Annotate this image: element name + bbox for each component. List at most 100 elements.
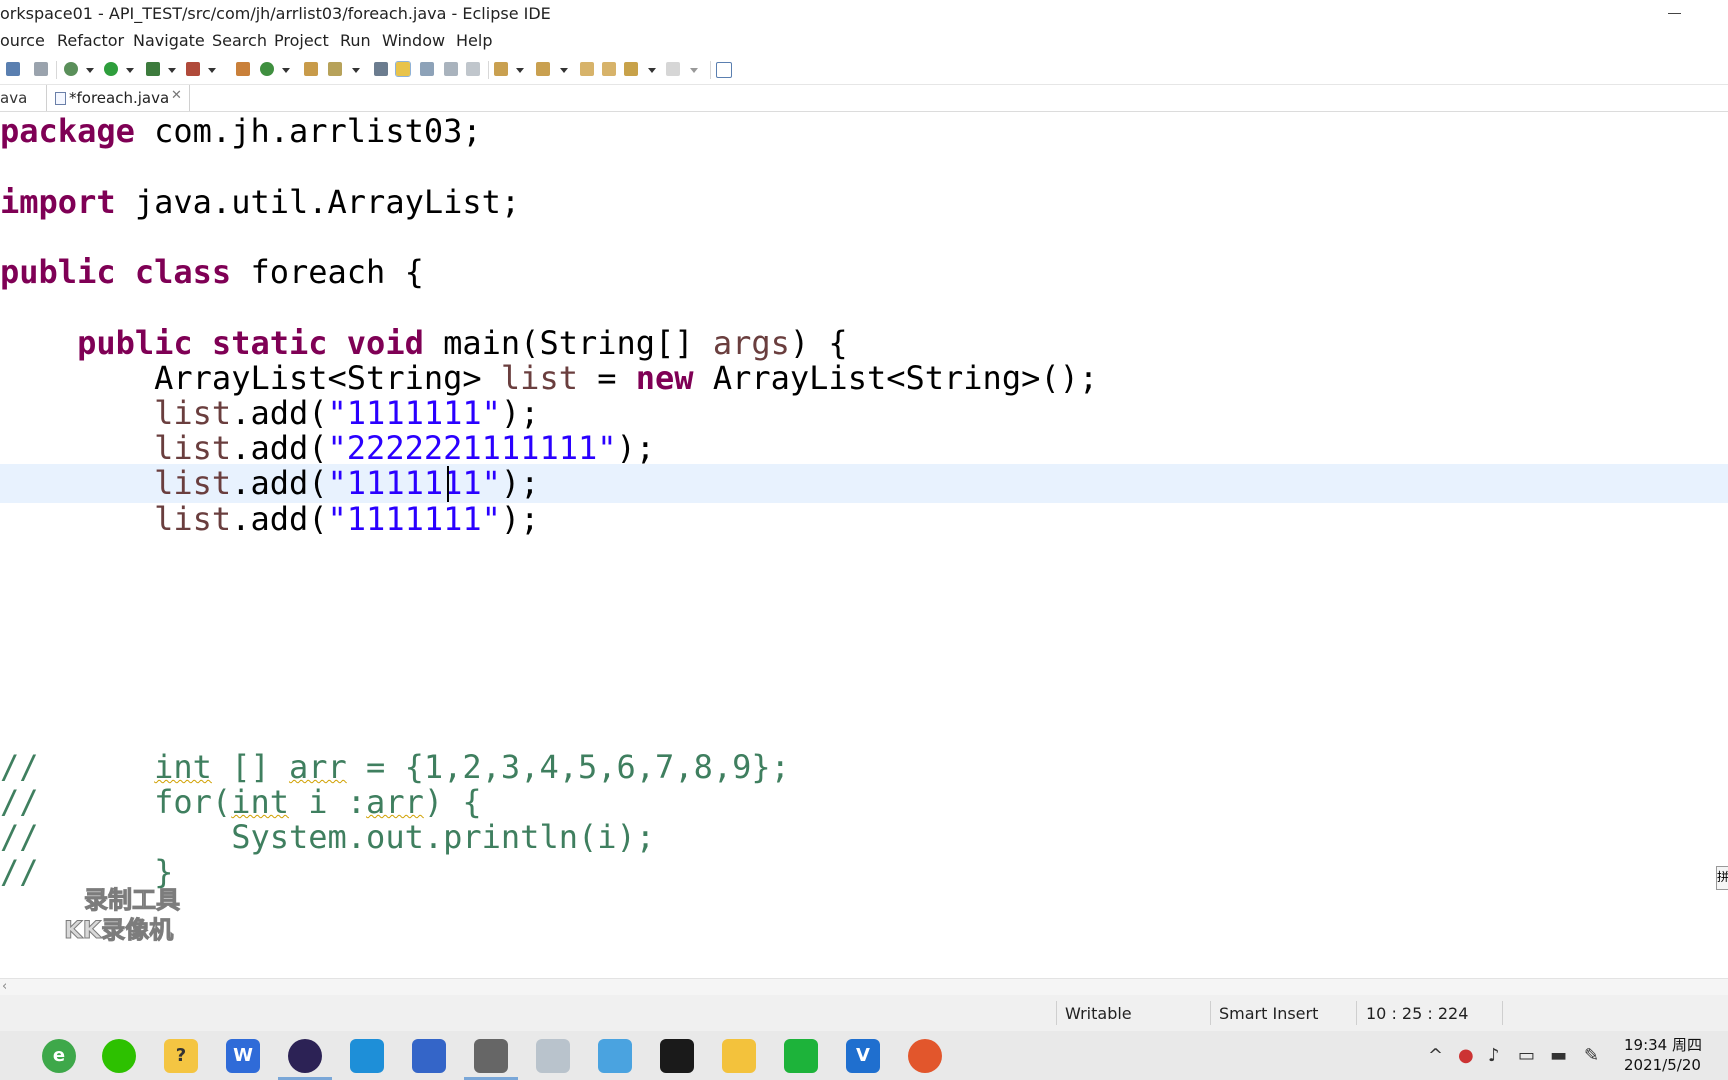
- back-icon[interactable]: [624, 62, 638, 76]
- notes-icon[interactable]: ?: [164, 1039, 198, 1073]
- code-line: list.add("1111111");: [154, 394, 540, 432]
- tray-expand-icon[interactable]: ^: [1428, 1045, 1443, 1066]
- code-editor[interactable]: package com.jh.arrlist03; import java.ut…: [0, 112, 1728, 980]
- tab-foreach-java[interactable]: *foreach.java ✕: [46, 85, 190, 111]
- title-bar: orkspace01 - API_TEST/src/com/jh/arrlist…: [0, 0, 1728, 28]
- editor-tab-bar: ava *foreach.java ✕: [0, 85, 1728, 112]
- window-title: orkspace01 - API_TEST/src/com/jh/arrlist…: [0, 4, 551, 23]
- code-line: list.add("1111111");: [154, 464, 540, 502]
- menu-navigate[interactable]: Navigate: [133, 31, 205, 50]
- screen-icon[interactable]: [598, 1039, 632, 1073]
- pilcrow-icon[interactable]: [466, 62, 480, 76]
- menu-refactor[interactable]: Refactor: [57, 31, 124, 50]
- run-icon[interactable]: [104, 62, 118, 76]
- folder-icon[interactable]: [722, 1039, 756, 1073]
- menu-project[interactable]: Project: [274, 31, 329, 50]
- java-file-icon: [55, 92, 66, 105]
- previous-annotation-dropdown-icon[interactable]: [560, 68, 568, 73]
- menu-window[interactable]: Window: [382, 31, 445, 50]
- gear-app-icon[interactable]: [474, 1039, 508, 1073]
- block-selection-icon[interactable]: [420, 62, 434, 76]
- new-package-icon[interactable]: [236, 62, 250, 76]
- new-class-dropdown-icon[interactable]: [282, 68, 290, 73]
- status-separator: [1356, 1001, 1357, 1025]
- tab-label: ava: [0, 89, 28, 107]
- overview-ruler-marker[interactable]: 拼: [1716, 866, 1728, 890]
- status-separator: [1210, 1001, 1211, 1025]
- network-icon[interactable]: ▭: [1518, 1045, 1535, 1066]
- last-edit-icon[interactable]: [580, 62, 594, 76]
- skip-breakpoints-icon[interactable]: [34, 62, 48, 76]
- coverage-icon[interactable]: [146, 62, 160, 76]
- files-icon[interactable]: [536, 1039, 570, 1073]
- minimize-button[interactable]: [1660, 0, 1690, 28]
- status-insert-mode[interactable]: Smart Insert: [1219, 1004, 1318, 1023]
- notes-glyph: ?: [175, 1045, 187, 1066]
- coverage-dropdown-icon[interactable]: [168, 68, 176, 73]
- wps-icon[interactable]: W: [226, 1039, 260, 1073]
- highlight-icon[interactable]: [395, 61, 411, 77]
- toggle-mark-icon[interactable]: [374, 62, 388, 76]
- tray-qq-icon[interactable]: ●: [1458, 1045, 1474, 1066]
- search-dropdown-icon[interactable]: [352, 68, 360, 73]
- show-whitespace-icon[interactable]: [444, 62, 458, 76]
- new-class-icon[interactable]: [260, 62, 274, 76]
- status-separator: [1502, 1001, 1503, 1025]
- watermark-line: KK录像机: [63, 916, 174, 945]
- menu-bar: ource Refactor Navigate Search Project R…: [0, 28, 1728, 56]
- previous-annotation-icon[interactable]: [536, 62, 550, 76]
- text-caret: [447, 466, 449, 502]
- next-annotation-dropdown-icon[interactable]: [516, 68, 524, 73]
- volume-icon[interactable]: ♪: [1488, 1045, 1500, 1066]
- terminal-icon[interactable]: [660, 1039, 694, 1073]
- debug-icon[interactable]: [64, 62, 78, 76]
- horizontal-scrollbar[interactable]: ‹: [0, 978, 1728, 995]
- close-icon[interactable]: ✕: [171, 88, 182, 103]
- code-line: public static void main(String[] args) {: [77, 324, 848, 362]
- video-icon[interactable]: [784, 1039, 818, 1073]
- external-tools-icon[interactable]: [186, 62, 200, 76]
- game-icon[interactable]: [908, 1039, 942, 1073]
- forward-edit-icon[interactable]: [602, 62, 616, 76]
- browser-glyph: e: [52, 1045, 66, 1066]
- wechat-icon[interactable]: [102, 1039, 136, 1073]
- menu-run[interactable]: Run: [340, 31, 371, 50]
- status-writable: Writable: [1065, 1004, 1132, 1023]
- browser-icon[interactable]: e: [42, 1039, 76, 1073]
- tab-previous-file[interactable]: ava: [0, 85, 40, 111]
- forward-icon[interactable]: [666, 62, 680, 76]
- save-icon[interactable]: [6, 62, 20, 76]
- menu-help[interactable]: Help: [456, 31, 492, 50]
- clock-time[interactable]: 19:34 周四: [1624, 1034, 1702, 1055]
- battery-icon[interactable]: ▬: [1550, 1045, 1567, 1066]
- code-line: list.add("2222221111111");: [154, 429, 656, 467]
- wps-glyph: W: [233, 1045, 253, 1066]
- forward-dropdown-icon[interactable]: [690, 68, 698, 73]
- pen-icon[interactable]: ✎: [1584, 1045, 1599, 1066]
- comment-line: // int [] arr = {1,2,3,4,5,6,7,8,9};: [0, 748, 790, 786]
- scroll-left-icon[interactable]: ‹: [2, 979, 7, 994]
- menu-search[interactable]: Search: [212, 31, 267, 50]
- code-line: ArrayList<String> list = new ArrayList<S…: [154, 359, 1099, 397]
- toolbar: [0, 56, 1728, 85]
- code-line: public class foreach {: [0, 253, 424, 291]
- debug-dropdown-icon[interactable]: [86, 68, 94, 73]
- vc-glyph: V: [856, 1045, 870, 1066]
- toolbar-separator: [710, 61, 711, 79]
- comment-line: // for(int i :arr) {: [0, 783, 482, 821]
- recorder-watermark: 录制工具 KK录像机: [63, 880, 204, 945]
- back-dropdown-icon[interactable]: [648, 68, 656, 73]
- run-dropdown-icon[interactable]: [126, 68, 134, 73]
- eclipse-icon[interactable]: [288, 1039, 322, 1073]
- comment-line: // System.out.println(i);: [0, 818, 656, 856]
- vc-icon[interactable]: V: [846, 1039, 880, 1073]
- app-icon[interactable]: [412, 1039, 446, 1073]
- pin-editor-icon[interactable]: [716, 62, 732, 78]
- menu-source[interactable]: ource: [0, 31, 45, 50]
- contacts-icon[interactable]: [350, 1039, 384, 1073]
- open-type-icon[interactable]: [304, 62, 318, 76]
- clock-date[interactable]: 2021/5/20: [1624, 1056, 1701, 1074]
- external-tools-dropdown-icon[interactable]: [208, 68, 216, 73]
- search-tool-icon[interactable]: [328, 62, 342, 76]
- next-annotation-icon[interactable]: [494, 62, 508, 76]
